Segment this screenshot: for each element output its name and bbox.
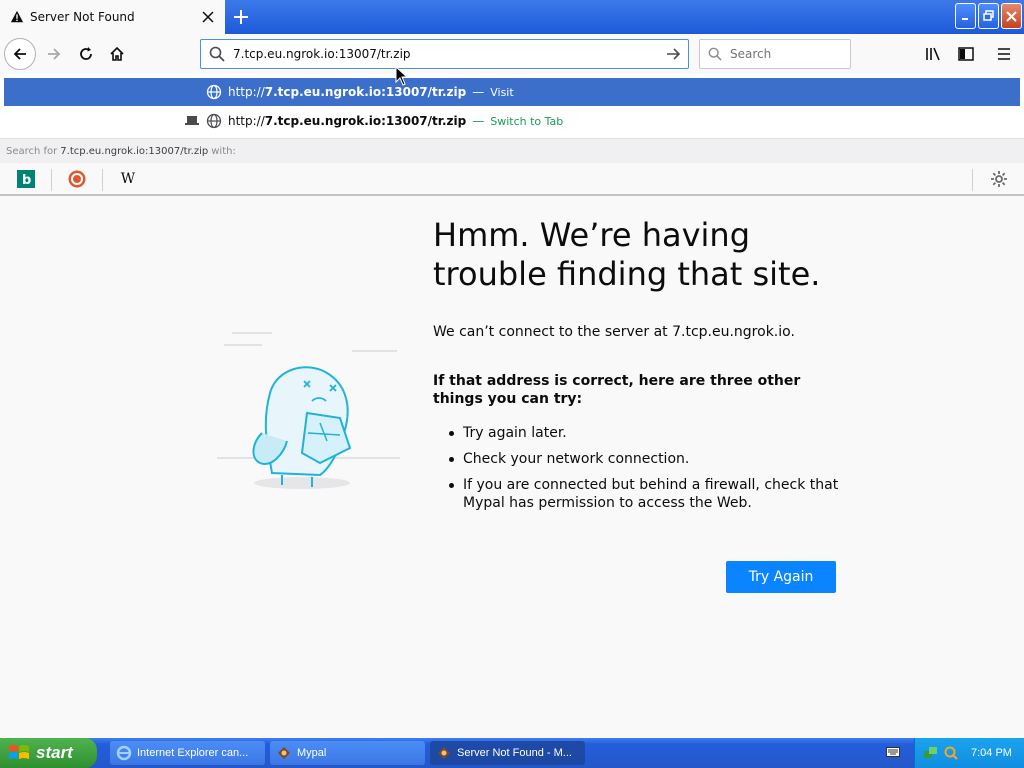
taskbar-item-label: Internet Explorer can... — [137, 747, 249, 759]
restore-icon — [982, 10, 994, 21]
url-text[interactable]: 7.tcp.eu.ngrok.io:13007/tr.zip — [233, 47, 660, 61]
taskbar-item-label: Server Not Found - M... — [457, 747, 572, 759]
windows-taskbar: start Internet Explorer can... Mypal Ser… — [0, 738, 1024, 768]
go-arrow-icon — [667, 48, 681, 60]
globe-icon — [206, 84, 222, 100]
search-for-label: Search for — [6, 145, 58, 157]
mypal-icon — [278, 747, 290, 759]
taskbar-item-label: Mypal — [297, 747, 327, 759]
search-bar[interactable]: Search — [699, 39, 851, 69]
tips-list: Try again later. Check your network conn… — [449, 424, 839, 520]
tab-strip: Server Not Found — [0, 0, 1024, 34]
system-tray: 7:04 PM — [914, 738, 1024, 768]
clock: 7:04 PM — [971, 747, 1012, 759]
autocomplete-dash: — — [472, 114, 485, 128]
separator — [102, 169, 103, 191]
search-icon — [708, 47, 722, 61]
visit-action-label: Visit — [490, 85, 514, 99]
autocomplete-url: http://7.tcp.eu.ngrok.io:13007/tr.zip — [228, 114, 466, 128]
keyboard-icon[interactable] — [886, 746, 900, 758]
home-button[interactable] — [101, 38, 133, 70]
tip-item: Check your network connection. — [449, 450, 839, 468]
search-settings-button[interactable] — [989, 169, 1009, 189]
bing-glyph: b — [22, 173, 31, 188]
autocomplete-url-prefix: http:// — [228, 114, 265, 128]
navigation-toolbar: 7.tcp.eu.ngrok.io:13007/tr.zip Search — [0, 34, 1024, 74]
mouse-cursor-icon — [395, 66, 407, 86]
try-again-button[interactable]: Try Again — [726, 561, 836, 593]
globe-icon — [206, 113, 222, 129]
tip-item: Try again later. — [449, 424, 839, 442]
autocomplete-row-switch-tab[interactable]: http://7.tcp.eu.ngrok.io:13007/tr.zip — … — [4, 107, 1020, 135]
search-placeholder: Search — [730, 47, 772, 61]
home-icon — [110, 46, 124, 61]
new-tab-button[interactable] — [228, 4, 254, 30]
error-subtitle: If that address is correct, here are thr… — [433, 373, 801, 407]
minimize-icon — [961, 18, 968, 20]
forward-button[interactable] — [38, 38, 70, 70]
minimize-button[interactable] — [955, 3, 976, 29]
error-message: We can’t connect to the server at 7.tcp.… — [433, 324, 795, 340]
autocomplete-url-prefix: http:// — [228, 85, 265, 99]
search-for-query: 7.tcp.eu.ngrok.io:13007/tr.zip — [60, 145, 209, 157]
autocomplete-url: http://7.tcp.eu.ngrok.io:13007/tr.zip — [228, 85, 466, 99]
go-button[interactable] — [660, 46, 688, 62]
bing-icon: b — [17, 170, 35, 188]
search-engines-row: b W — [0, 163, 1024, 196]
back-button[interactable] — [4, 38, 36, 70]
separator — [51, 169, 52, 191]
tab-title: Server Not Found — [30, 10, 135, 24]
library-button[interactable] — [918, 38, 950, 70]
confused-monster-illustration — [217, 332, 400, 489]
reload-button[interactable] — [70, 38, 102, 70]
error-title: Hmm. We’re having trouble finding that s… — [433, 216, 821, 293]
menu-button[interactable] — [988, 38, 1020, 70]
duckduckgo-icon — [68, 170, 86, 188]
search-for-header: Search for 7.tcp.eu.ngrok.io:13007/tr.zi… — [0, 138, 1024, 163]
close-tab-icon[interactable] — [197, 6, 219, 28]
autocomplete-url-host: 7.tcp.eu.ngrok.io:13007/tr.zip — [264, 85, 467, 99]
mypal-icon — [438, 747, 450, 759]
internet-explorer-icon — [116, 745, 132, 761]
start-label: start — [36, 743, 73, 762]
window-controls — [955, 3, 1022, 29]
url-autocomplete-popup: http://7.tcp.eu.ngrok.io:13007/tr.zip — … — [0, 74, 1024, 163]
sidebar-button[interactable] — [950, 38, 982, 70]
warning-icon — [10, 10, 24, 23]
laptop-icon — [185, 116, 199, 125]
tab-server-not-found[interactable]: Server Not Found — [0, 0, 225, 34]
separator — [972, 169, 973, 191]
search-for-suffix: with: — [211, 145, 236, 157]
network-icon[interactable] — [923, 745, 939, 761]
error-page: Hmm. We’re having trouble finding that s… — [0, 198, 1024, 738]
close-icon — [1006, 10, 1017, 22]
forward-arrow-icon — [48, 48, 61, 60]
taskbar-item-internet-explorer[interactable]: Internet Explorer can... — [110, 741, 265, 765]
search-tray-icon[interactable] — [943, 745, 959, 761]
reload-icon — [80, 47, 92, 60]
autocomplete-dash: — — [472, 85, 485, 99]
windows-flag-icon — [9, 745, 29, 759]
wikipedia-icon: W — [120, 171, 136, 187]
bing-engine-button[interactable]: b — [16, 169, 36, 189]
wikipedia-engine-button[interactable]: W — [118, 169, 138, 189]
gear-icon — [991, 171, 1007, 187]
start-button[interactable]: start — [0, 738, 97, 768]
autocomplete-row-visit[interactable]: http://7.tcp.eu.ngrok.io:13007/tr.zip — … — [4, 78, 1020, 106]
sidebar-icon — [958, 47, 974, 61]
hamburger-menu-icon — [998, 48, 1010, 60]
autocomplete-url-host: 7.tcp.eu.ngrok.io:13007/tr.zip — [264, 114, 467, 128]
taskbar-item-server-not-found[interactable]: Server Not Found - M... — [430, 741, 585, 765]
switch-to-tab-label: Switch to Tab — [490, 114, 564, 128]
close-window-button[interactable] — [1001, 3, 1022, 29]
url-bar[interactable]: 7.tcp.eu.ngrok.io:13007/tr.zip — [200, 39, 689, 69]
back-arrow-icon — [13, 48, 26, 60]
library-icon — [926, 47, 940, 61]
duckduckgo-engine-button[interactable] — [67, 169, 87, 189]
plus-icon — [234, 10, 248, 24]
search-icon — [209, 46, 225, 62]
restore-button[interactable] — [978, 3, 999, 29]
taskbar-item-mypal[interactable]: Mypal — [270, 741, 425, 765]
tip-item: If you are connected but behind a firewa… — [449, 476, 839, 512]
